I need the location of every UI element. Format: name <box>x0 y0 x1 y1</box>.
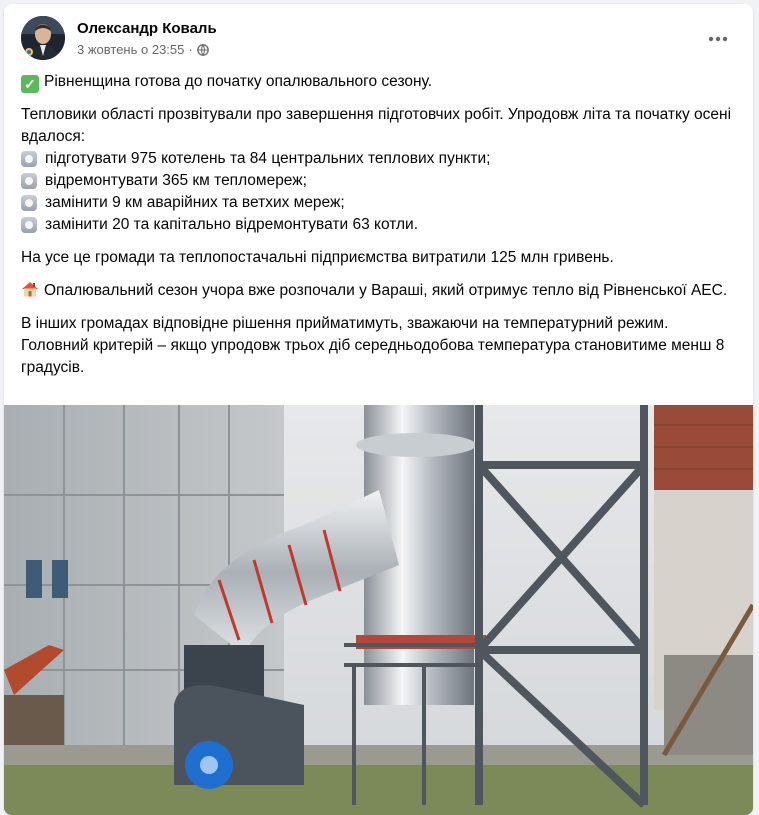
radio-button-emoji <box>21 151 37 167</box>
intro-text: Тепловики області прозвітували про завер… <box>21 106 732 145</box>
more-options-icon <box>708 36 728 42</box>
post-text: ✓ Рівненщина готова до початку опалювальн… <box>21 71 737 390</box>
post-meta: 3 жовтень о 23:55 · <box>77 42 209 57</box>
varash-text: Опалювальний сезон учора вже розпочали у… <box>44 282 728 299</box>
bullet-list: підготувати 975 котелень та 84 центральн… <box>21 148 737 236</box>
house-emoji <box>21 280 39 298</box>
radio-button-emoji <box>21 217 37 233</box>
author-avatar[interactable] <box>21 16 65 60</box>
globe-icon[interactable] <box>196 43 209 56</box>
check-mark-emoji: ✓ <box>21 75 39 93</box>
radio-button-emoji <box>21 173 37 189</box>
radio-button-emoji <box>21 195 37 211</box>
criteria-paragraph: В інших громадах відповідне рішення прий… <box>21 315 725 376</box>
headline-paragraph: ✓ Рівненщина готова до початку опалювальн… <box>21 71 737 93</box>
bullet-text: замінити 20 та капітально відремонтувати… <box>45 216 419 233</box>
intro-paragraph: Тепловики області прозвітували про завер… <box>21 104 737 148</box>
post-header: Олександр Коваль 3 жовтень о 23:55 · <box>21 16 753 62</box>
list-item: замінити 20 та капітально відремонтувати… <box>21 214 737 236</box>
varash-paragraph: Опалювальний сезон учора вже розпочали у… <box>21 280 737 302</box>
more-options-button[interactable] <box>705 26 731 52</box>
author-name[interactable]: Олександр Коваль <box>77 20 217 37</box>
meta-separator: · <box>188 42 193 57</box>
bullet-text: відремонтувати 365 км тепломереж; <box>45 172 307 189</box>
headline-text: Рівненщина готова до початку опалювально… <box>44 73 433 90</box>
spending-paragraph: На усе це громади та теплопостачальні пі… <box>21 249 614 266</box>
bullet-text: замінити 9 км аварійних та ветхих мереж; <box>45 194 345 211</box>
post-photo[interactable] <box>4 405 753 815</box>
list-item: підготувати 975 котелень та 84 центральн… <box>21 148 737 170</box>
post-timestamp[interactable]: 3 жовтень о 23:55 <box>77 42 184 57</box>
bullet-text: підготувати 975 котелень та 84 центральн… <box>45 150 491 167</box>
list-item: замінити 9 км аварійних та ветхих мереж; <box>21 192 737 214</box>
list-item: відремонтувати 365 км тепломереж; <box>21 170 737 192</box>
post-card: Олександр Коваль 3 жовтень о 23:55 · ✓ Рі… <box>4 4 753 815</box>
